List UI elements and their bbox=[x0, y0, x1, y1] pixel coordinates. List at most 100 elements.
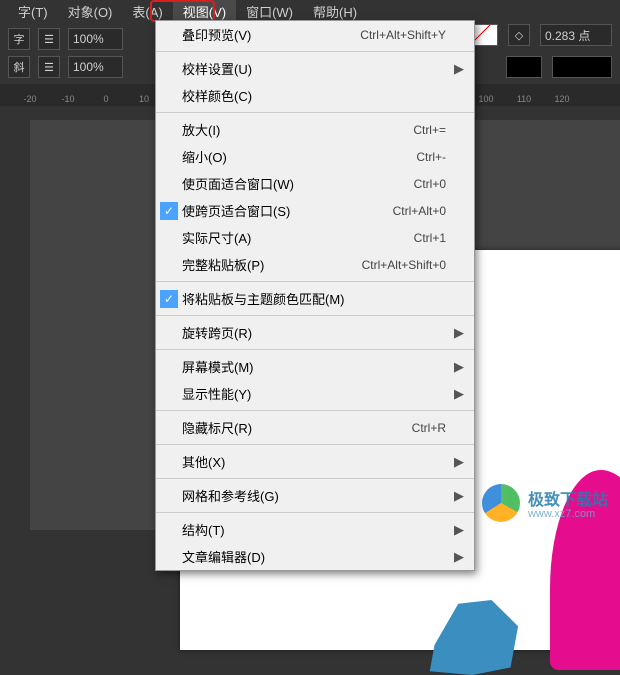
menu-table[interactable]: 表(A) bbox=[122, 0, 172, 22]
menu-item[interactable]: 实际尺寸(A)Ctrl+1 bbox=[156, 224, 474, 251]
menu-separator bbox=[156, 315, 474, 316]
menu-help[interactable]: 帮助(H) bbox=[303, 0, 367, 22]
submenu-arrow-icon: ▶ bbox=[454, 359, 464, 375]
menu-separator bbox=[156, 51, 474, 52]
ruler-tick: -10 bbox=[61, 94, 74, 104]
align-icon[interactable]: ☰ bbox=[38, 28, 60, 50]
menu-item[interactable]: 缩小(O)Ctrl+- bbox=[156, 143, 474, 170]
menu-item-label: 使页面适合窗口(W) bbox=[182, 174, 414, 193]
optical-icon[interactable]: 斜 bbox=[8, 56, 30, 78]
menu-item[interactable]: ✓使跨页适合窗口(S)Ctrl+Alt+0 bbox=[156, 197, 474, 224]
ruler-tick: 110 bbox=[517, 94, 531, 104]
ruler-tick: 120 bbox=[554, 94, 569, 104]
menu-view[interactable]: 视图(V) bbox=[173, 0, 236, 22]
menu-separator bbox=[156, 281, 474, 282]
watermark-title: 极致下载站 bbox=[528, 486, 608, 510]
menu-item-label: 将粘贴板与主题颜色匹配(M) bbox=[182, 289, 446, 308]
opacity-input-2[interactable] bbox=[68, 56, 123, 78]
menu-item[interactable]: 校样设置(U) ▶ bbox=[156, 55, 474, 82]
menu-separator bbox=[156, 410, 474, 411]
menu-item[interactable]: 网格和参考线(G) ▶ bbox=[156, 482, 474, 509]
shape-blue-polygon[interactable] bbox=[425, 600, 520, 675]
menu-item[interactable]: 屏幕模式(M) ▶ bbox=[156, 353, 474, 380]
check-icon bbox=[160, 256, 178, 274]
menu-item[interactable]: 叠印预览(V)Ctrl+Alt+Shift+Y bbox=[156, 21, 474, 48]
submenu-arrow-icon: ▶ bbox=[454, 325, 464, 341]
check-icon bbox=[160, 121, 178, 139]
menu-item-shortcut: Ctrl+1 bbox=[414, 231, 446, 245]
watermark-logo-icon bbox=[482, 484, 520, 522]
menu-item[interactable]: 完整粘贴板(P)Ctrl+Alt+Shift+0 bbox=[156, 251, 474, 278]
menu-item-shortcut: Ctrl+Alt+0 bbox=[393, 204, 446, 218]
check-icon bbox=[160, 60, 178, 78]
check-icon: ✓ bbox=[160, 290, 178, 308]
menu-text[interactable]: 字(T) bbox=[8, 0, 58, 22]
menu-separator bbox=[156, 478, 474, 479]
check-icon bbox=[160, 548, 178, 566]
check-icon bbox=[160, 453, 178, 471]
menu-item-label: 旋转跨页(R) bbox=[182, 323, 446, 342]
menu-item-label: 屏幕模式(M) bbox=[182, 357, 446, 376]
color-controls bbox=[506, 56, 612, 78]
menu-item-label: 显示性能(Y) bbox=[182, 384, 446, 403]
side-ruler bbox=[0, 120, 30, 530]
menu-separator bbox=[156, 444, 474, 445]
menu-item-label: 校样设置(U) bbox=[182, 59, 446, 78]
stroke-step-icon[interactable]: ◇ bbox=[508, 24, 530, 46]
watermark: 极致下载站 www.xz7.com bbox=[482, 484, 608, 522]
menu-item-shortcut: Ctrl+R bbox=[412, 421, 446, 435]
menu-item-shortcut: Ctrl+- bbox=[416, 150, 446, 164]
check-icon: ✓ bbox=[160, 202, 178, 220]
menu-separator bbox=[156, 512, 474, 513]
opacity-input-1[interactable] bbox=[68, 28, 123, 50]
stroke-controls: ◇ bbox=[462, 24, 612, 46]
menu-item-label: 其他(X) bbox=[182, 452, 446, 471]
menu-object[interactable]: 对象(O) bbox=[58, 0, 123, 22]
submenu-arrow-icon: ▶ bbox=[454, 386, 464, 402]
menu-item-label: 校样颜色(C) bbox=[182, 86, 446, 105]
menu-item-label: 缩小(O) bbox=[182, 147, 416, 166]
menu-item-shortcut: Ctrl+Alt+Shift+Y bbox=[360, 28, 446, 42]
menu-item[interactable]: 显示性能(Y) ▶ bbox=[156, 380, 474, 407]
submenu-arrow-icon: ▶ bbox=[454, 488, 464, 504]
menu-item-label: 实际尺寸(A) bbox=[182, 228, 414, 247]
check-icon bbox=[160, 175, 178, 193]
menu-item-label: 完整粘贴板(P) bbox=[182, 255, 362, 274]
check-icon bbox=[160, 419, 178, 437]
menu-item[interactable]: 使页面适合窗口(W)Ctrl+0 bbox=[156, 170, 474, 197]
menu-item-label: 叠印预览(V) bbox=[182, 25, 360, 44]
menubar: 字(T) 对象(O) 表(A) 视图(V) 窗口(W) 帮助(H) bbox=[0, 0, 620, 22]
ruler-tick: 10 bbox=[139, 94, 149, 104]
submenu-arrow-icon: ▶ bbox=[454, 61, 464, 77]
align2-icon[interactable]: ☰ bbox=[38, 56, 60, 78]
check-icon bbox=[160, 324, 178, 342]
menu-item[interactable]: 放大(I)Ctrl+= bbox=[156, 116, 474, 143]
menu-separator bbox=[156, 349, 474, 350]
ruler-tick: -20 bbox=[23, 94, 36, 104]
check-icon bbox=[160, 87, 178, 105]
submenu-arrow-icon: ▶ bbox=[454, 549, 464, 565]
menu-item[interactable]: 校样颜色(C) bbox=[156, 82, 474, 109]
menu-item[interactable]: 旋转跨页(R) ▶ bbox=[156, 319, 474, 346]
color-swatch-black[interactable] bbox=[506, 56, 542, 78]
check-icon bbox=[160, 385, 178, 403]
check-icon bbox=[160, 487, 178, 505]
stroke-line-chip[interactable] bbox=[552, 56, 612, 78]
menu-item-label: 文章编辑器(D) bbox=[182, 547, 446, 566]
menu-separator bbox=[156, 112, 474, 113]
menu-item-shortcut: Ctrl+Alt+Shift+0 bbox=[362, 258, 446, 272]
menu-item[interactable]: 隐藏标尺(R)Ctrl+R bbox=[156, 414, 474, 441]
char-icon[interactable]: 字 bbox=[8, 28, 30, 50]
view-menu-dropdown: 叠印预览(V)Ctrl+Alt+Shift+Y 校样设置(U) ▶ 校样颜色(C) 放大… bbox=[155, 20, 475, 571]
menu-window[interactable]: 窗口(W) bbox=[236, 0, 303, 22]
menu-item-label: 使跨页适合窗口(S) bbox=[182, 201, 393, 220]
menu-item[interactable]: 文章编辑器(D) ▶ bbox=[156, 543, 474, 570]
ruler-tick: 100 bbox=[478, 94, 493, 104]
menu-item-shortcut: Ctrl+0 bbox=[414, 177, 446, 191]
ruler-tick: 0 bbox=[103, 94, 108, 104]
menu-item[interactable]: 其他(X)▶ bbox=[156, 448, 474, 475]
stroke-weight-input[interactable] bbox=[540, 24, 612, 46]
menu-item[interactable]: ✓将粘贴板与主题颜色匹配(M) bbox=[156, 285, 474, 312]
check-icon bbox=[160, 148, 178, 166]
menu-item-label: 网格和参考线(G) bbox=[182, 486, 446, 505]
